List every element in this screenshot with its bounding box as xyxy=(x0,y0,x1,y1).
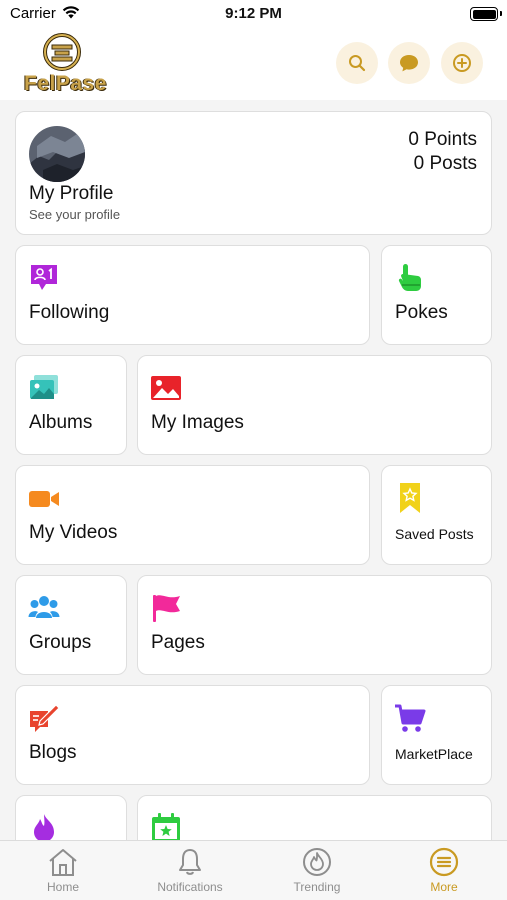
saved-posts-label: Saved Posts xyxy=(395,526,474,542)
tab-notifications-label: Notifications xyxy=(157,880,223,894)
my-images-label: My Images xyxy=(151,412,244,433)
tab-more-label: More xyxy=(430,880,458,894)
my-videos-card[interactable]: My Videos xyxy=(15,465,370,565)
create-button[interactable] xyxy=(441,42,483,84)
search-button[interactable] xyxy=(336,42,378,84)
search-icon xyxy=(349,55,366,72)
app-logo: FelPase xyxy=(20,32,107,96)
following-icon xyxy=(31,265,57,290)
following-label: Following xyxy=(29,302,110,323)
albums-icon xyxy=(30,375,58,399)
logo-emblem-icon xyxy=(43,33,81,71)
flame-purple-icon xyxy=(34,814,54,840)
pokes-label: Pokes xyxy=(395,302,448,323)
groups-label: Groups xyxy=(29,632,92,653)
albums-card[interactable]: Albums xyxy=(15,355,127,455)
flame-icon xyxy=(303,848,331,876)
albums-label: Albums xyxy=(29,412,93,433)
tab-trending[interactable]: Trending xyxy=(254,845,380,899)
profile-subtitle: See your profile xyxy=(29,207,121,222)
tab-more[interactable]: More xyxy=(381,845,507,899)
tab-home[interactable]: Home xyxy=(0,845,126,899)
pages-label: Pages xyxy=(151,632,205,653)
bell-icon xyxy=(179,849,201,875)
video-camera-icon xyxy=(29,491,59,507)
status-bar: Carrier 9:12 PM xyxy=(0,0,507,30)
marketplace-label: MarketPlace xyxy=(395,746,473,762)
messages-button[interactable] xyxy=(388,42,430,84)
events-card[interactable] xyxy=(137,795,492,840)
more-menu-grid: 0 Points 0 Posts My Profile See your pro… xyxy=(0,100,507,840)
profile-stats: 0 Points 0 Posts xyxy=(408,128,477,176)
logo-text: FelPase xyxy=(24,72,107,95)
tab-trending-label: Trending xyxy=(293,880,341,894)
bookmark-icon xyxy=(400,483,420,513)
pages-card[interactable]: Pages xyxy=(137,575,492,675)
groups-icon xyxy=(28,596,60,618)
shopping-cart-icon xyxy=(395,704,426,732)
groups-card[interactable]: Groups xyxy=(15,575,127,675)
my-images-card[interactable]: My Images xyxy=(137,355,492,455)
clock: 9:12 PM xyxy=(225,5,282,22)
calendar-icon xyxy=(152,813,180,840)
flag-icon xyxy=(153,595,180,622)
blogs-card[interactable]: Blogs xyxy=(15,685,370,785)
profile-name: My Profile xyxy=(29,183,114,204)
menu-circle-icon xyxy=(429,847,459,877)
saved-posts-card[interactable]: Saved Posts xyxy=(381,465,492,565)
blog-edit-icon xyxy=(30,704,60,732)
app-header: FelPase xyxy=(0,30,507,100)
poke-hand-icon xyxy=(398,264,421,291)
more-item-card[interactable] xyxy=(15,795,127,840)
tab-home-label: Home xyxy=(46,880,79,894)
my-videos-label: My Videos xyxy=(29,522,118,543)
profile-card[interactable]: 0 Points 0 Posts My Profile See your pro… xyxy=(15,111,492,235)
following-card[interactable]: Following xyxy=(15,245,370,345)
blogs-label: Blogs xyxy=(29,742,77,763)
pokes-card[interactable]: Pokes xyxy=(381,245,492,345)
image-icon xyxy=(151,376,181,400)
chat-icon xyxy=(400,55,418,72)
marketplace-card[interactable]: MarketPlace xyxy=(381,685,492,785)
tab-notifications[interactable]: Notifications xyxy=(127,845,253,899)
bottom-tab-bar: Home Notifications Trending More xyxy=(0,840,507,900)
battery-icon xyxy=(470,7,502,21)
posts-count: 0 Posts xyxy=(413,153,477,174)
home-icon xyxy=(49,849,77,876)
add-circle-icon xyxy=(453,54,471,72)
points-count: 0 Points xyxy=(408,129,477,150)
avatar xyxy=(29,126,85,182)
